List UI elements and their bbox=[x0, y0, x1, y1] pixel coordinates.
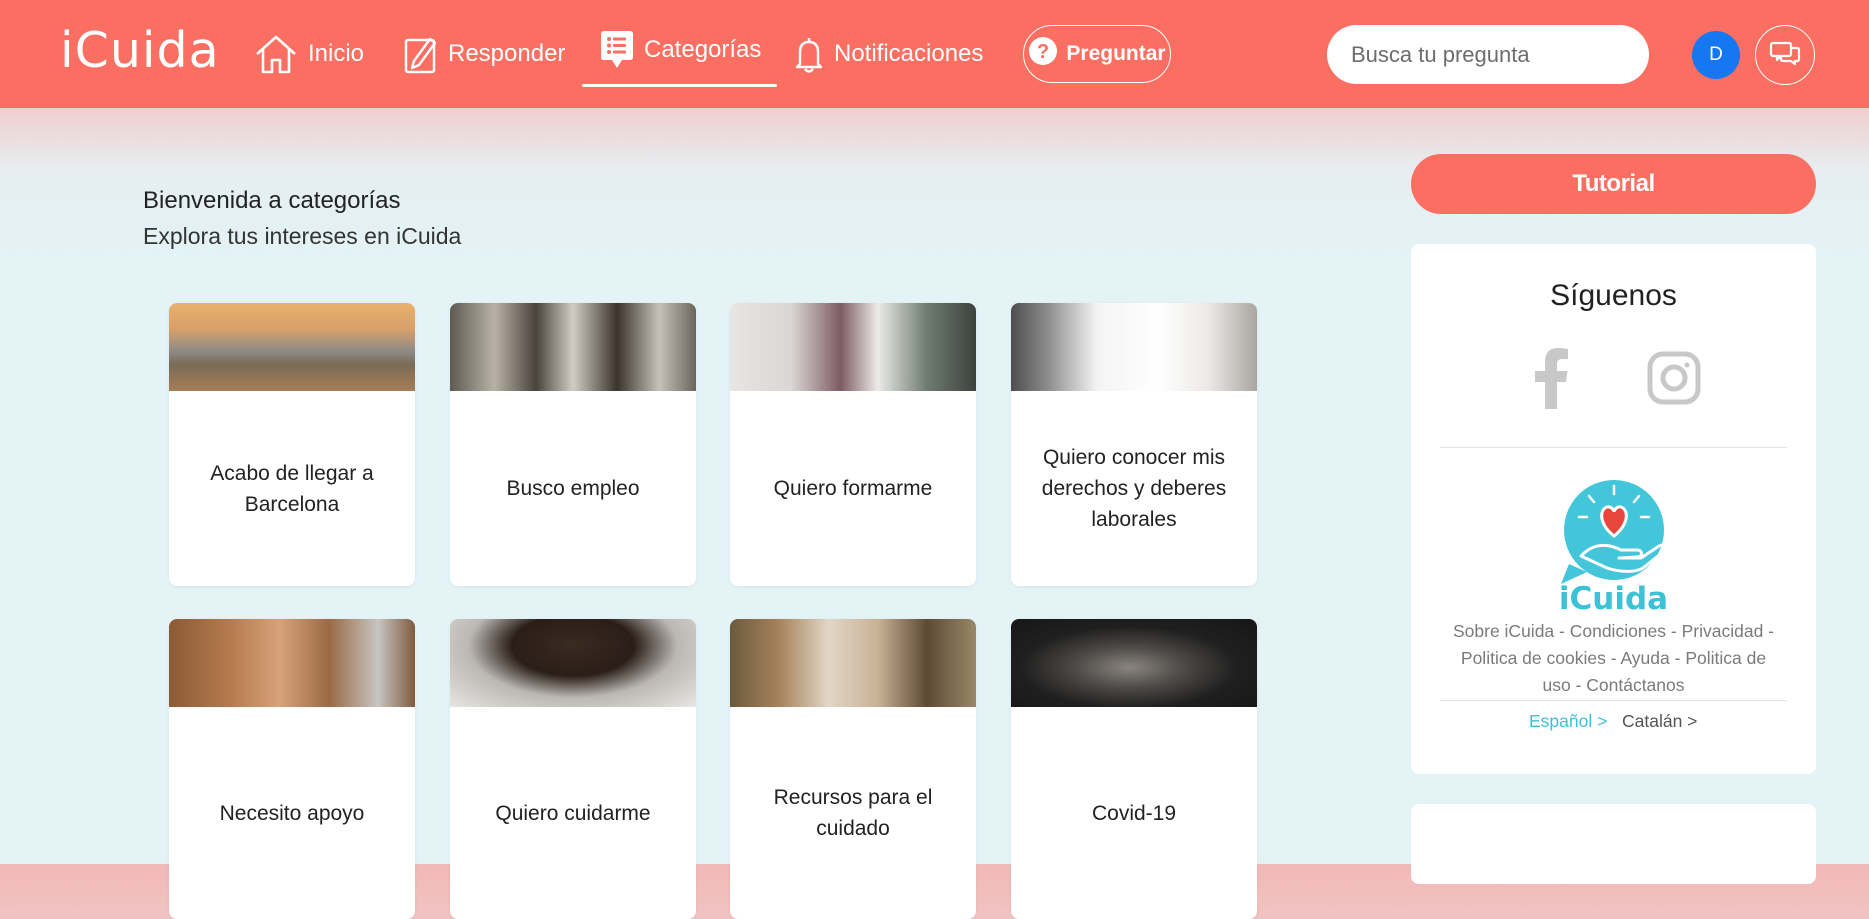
sidebar-card: Síguenos iCuida Sobre iCuida - Condicion… bbox=[1411, 244, 1816, 774]
chat-icon bbox=[1769, 40, 1801, 71]
list-icon bbox=[600, 29, 634, 71]
question-icon: ? bbox=[1028, 36, 1058, 72]
category-photo bbox=[450, 619, 696, 707]
avatar[interactable]: D bbox=[1692, 31, 1740, 79]
tutorial-button[interactable]: Tutorial bbox=[1411, 154, 1816, 214]
ask-button-label: Preguntar bbox=[1066, 42, 1166, 65]
footer-link-cookies[interactable]: Politica de cookies bbox=[1461, 648, 1606, 668]
footer-link-sobre[interactable]: Sobre iCuida bbox=[1453, 621, 1554, 641]
brand-name: iCuida bbox=[1558, 581, 1669, 617]
category-label: Quiero formarme bbox=[773, 477, 933, 500]
category-photo bbox=[169, 619, 415, 707]
nav-label: Notificaciones bbox=[834, 40, 984, 67]
icuida-brand-logo bbox=[1559, 480, 1669, 591]
welcome-title: Bienvenida a categorías bbox=[143, 187, 401, 214]
top-navigation-bar: iCuida Inicio Responder Categorías Notif… bbox=[0, 0, 1869, 108]
footer-links: Sobre iCuida - Condiciones - Privacidad … bbox=[1452, 621, 1775, 695]
language-catalan[interactable]: Catalán > bbox=[1622, 711, 1697, 732]
facebook-icon[interactable] bbox=[1531, 347, 1571, 414]
nav-label: Inicio bbox=[308, 40, 365, 67]
category-card[interactable]: Recursos para el cuidado bbox=[730, 619, 976, 919]
category-label: Busco empleo bbox=[506, 477, 640, 500]
category-label: Quiero cuidarme bbox=[495, 801, 651, 825]
pencil-icon bbox=[404, 34, 438, 74]
follow-title: Síguenos bbox=[1550, 279, 1677, 312]
search-input[interactable] bbox=[1327, 25, 1649, 84]
category-photo bbox=[1011, 303, 1257, 391]
category-label: Covid-19 bbox=[1091, 801, 1177, 825]
category-photo bbox=[730, 619, 976, 707]
nav-item-categorias[interactable]: Categorías bbox=[600, 22, 761, 78]
language-espanol[interactable]: Español > bbox=[1529, 711, 1607, 732]
category-card[interactable]: Covid-19 bbox=[1011, 619, 1257, 919]
category-label: Acabo de llegar a Barcelona bbox=[210, 461, 374, 516]
nav-label: Responder bbox=[448, 40, 566, 67]
category-card[interactable]: Acabo de llegar a Barcelona bbox=[169, 303, 415, 586]
footer-link-ayuda[interactable]: Ayuda bbox=[1620, 648, 1669, 668]
category-photo bbox=[169, 303, 415, 391]
instagram-icon[interactable] bbox=[1647, 351, 1701, 410]
svg-text:?: ? bbox=[1037, 41, 1049, 63]
category-label: Recursos para el cuidado bbox=[773, 786, 933, 840]
nav-item-notificaciones[interactable]: Notificaciones bbox=[794, 26, 983, 82]
category-card[interactable]: Necesito apoyo bbox=[169, 619, 415, 919]
category-card[interactable]: Quiero conocer mis derechos y deberes la… bbox=[1011, 303, 1257, 586]
divider bbox=[1440, 447, 1787, 448]
sidebar-card-secondary bbox=[1411, 804, 1816, 884]
logo[interactable]: iCuida bbox=[60, 22, 220, 79]
welcome-subtitle: Explora tus intereses en iCuida bbox=[143, 223, 462, 249]
ask-question-button[interactable]: ? Preguntar bbox=[1023, 25, 1171, 83]
category-photo bbox=[1011, 619, 1257, 707]
divider bbox=[1440, 700, 1787, 701]
nav-item-inicio[interactable]: Inicio bbox=[254, 26, 364, 82]
footer-link-condiciones[interactable]: Condiciones bbox=[1570, 621, 1666, 641]
footer-link-privacidad[interactable]: Privacidad bbox=[1682, 621, 1764, 641]
category-card[interactable]: Quiero formarme bbox=[730, 303, 976, 586]
nav-item-responder[interactable]: Responder bbox=[404, 26, 565, 82]
footer-link-contacto[interactable]: Contáctanos bbox=[1586, 675, 1684, 695]
home-icon bbox=[254, 33, 298, 75]
messages-button[interactable] bbox=[1755, 25, 1815, 85]
category-label: Quiero conocer mis derechos y deberes la… bbox=[1041, 446, 1227, 531]
nav-label: Categorías bbox=[644, 36, 762, 63]
category-label: Necesito apoyo bbox=[219, 801, 365, 825]
category-photo bbox=[450, 303, 696, 391]
active-tab-indicator bbox=[582, 84, 777, 87]
category-card[interactable]: Busco empleo bbox=[450, 303, 696, 586]
category-photo bbox=[730, 303, 976, 391]
bell-icon bbox=[794, 34, 824, 74]
category-card[interactable]: Quiero cuidarme bbox=[450, 619, 696, 919]
